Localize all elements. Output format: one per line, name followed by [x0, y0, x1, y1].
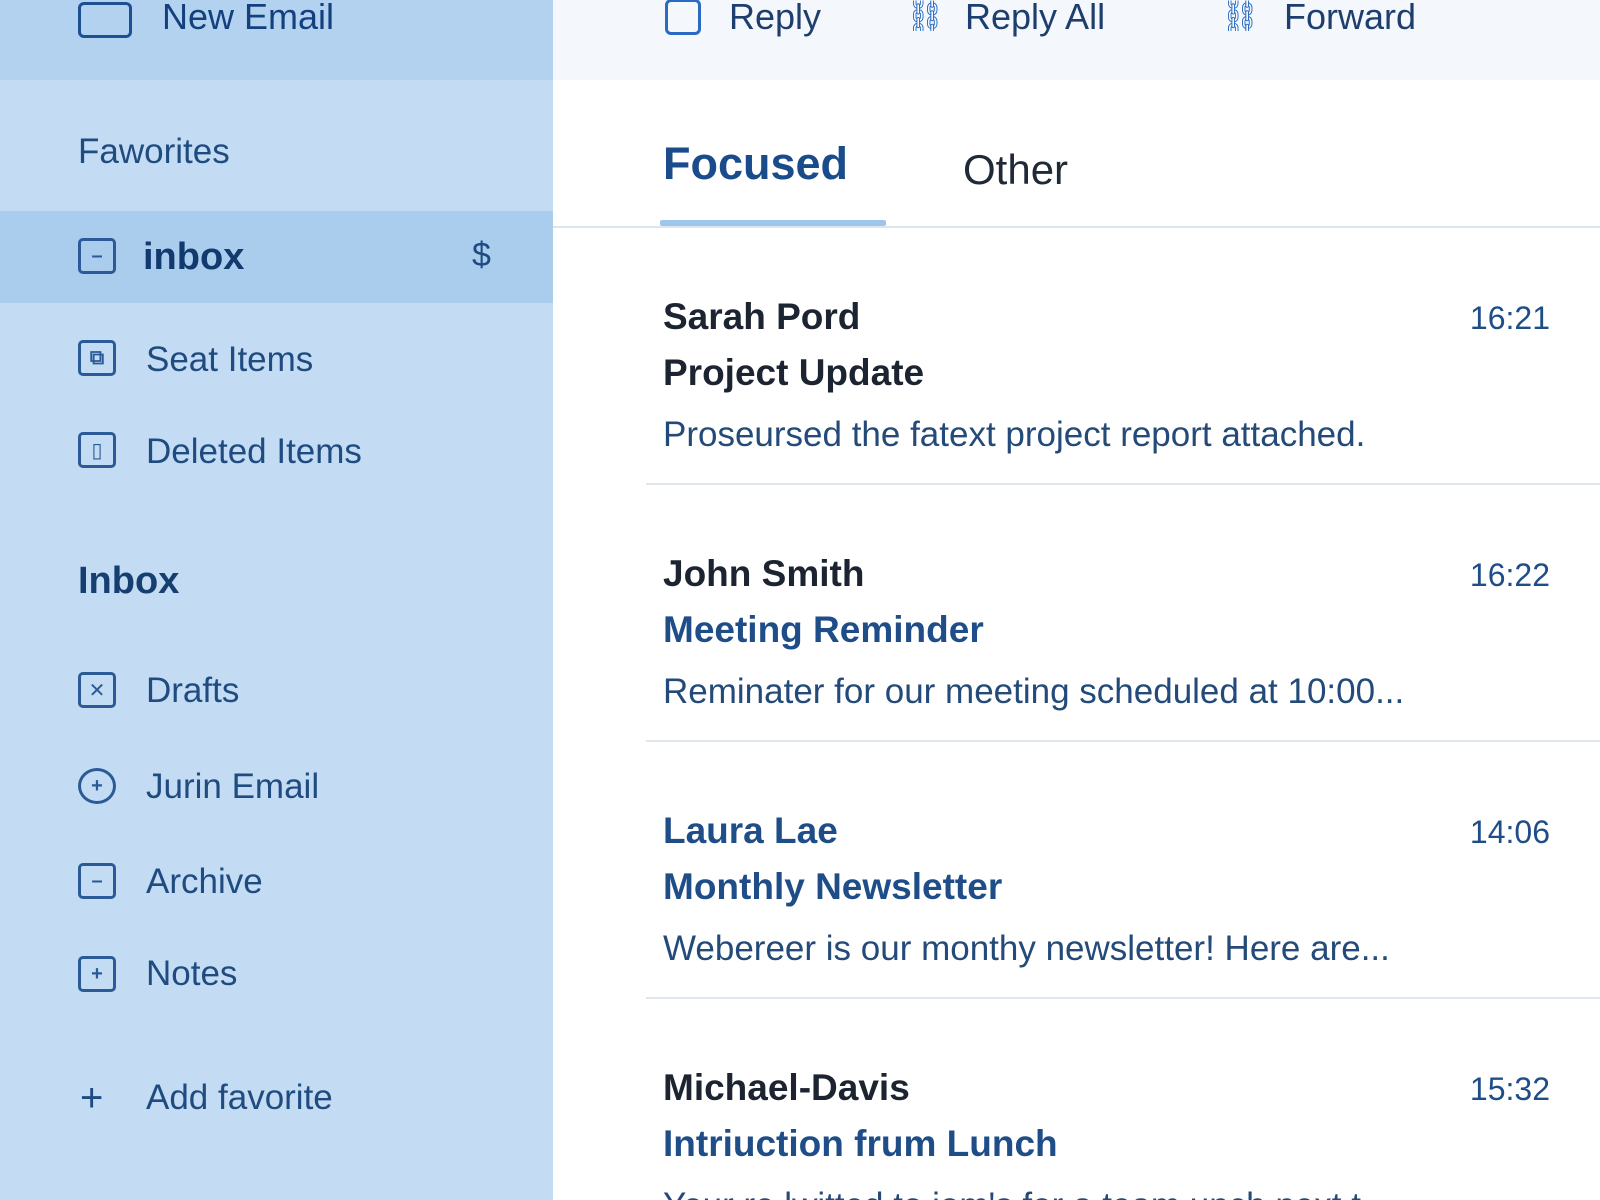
forward-label: Forward [1284, 0, 1417, 37]
message-time: 14:06 [1469, 814, 1550, 850]
sidebar-item-archive[interactable]: – Archive [0, 835, 553, 927]
message-time: 16:21 [1469, 300, 1550, 336]
message-preview: Reminater for our meeting scheduled at 1… [663, 672, 1405, 711]
trash-icon: ▯ [78, 432, 116, 468]
forward-button[interactable]: ⛓ Forward [1220, 0, 1417, 40]
notes-icon: + [78, 956, 116, 992]
archive-icon: – [78, 863, 116, 899]
message-subject: Meeting Reminder [663, 609, 984, 650]
forward-icon: ⛓ [1220, 0, 1260, 33]
message-subject: Monthly Newsletter [663, 866, 1003, 907]
message-sender: Laura Lae [663, 810, 838, 851]
tab-focused[interactable]: Focused [663, 138, 848, 190]
message-sender: Sarah Pord [663, 296, 861, 337]
sidebar-item-junk[interactable]: + Jurin Email [0, 740, 553, 832]
sidebar-item-label: Deleted Items [146, 432, 362, 471]
new-email-label: New Email [162, 0, 335, 37]
message-preview: Proseursed the fatext project report att… [663, 415, 1366, 454]
active-tab-indicator [660, 220, 886, 226]
sidebar-item-label: Notes [146, 954, 238, 993]
tab-other[interactable]: Other [963, 146, 1068, 194]
message-row[interactable]: Michael-Davis 15:32 Intriuction frum Lun… [646, 999, 1600, 1200]
sidebar-item-inbox[interactable]: – inbox $ [0, 211, 553, 303]
sidebar-item-sent[interactable]: ⧉ Seat Items [0, 314, 553, 406]
reply-all-icon: ⛓ [905, 0, 945, 33]
sidebar-item-label: inbox [143, 236, 245, 278]
mail-app: New Email Faworites – inbox $ ⧉ Seat Ite… [0, 0, 1600, 1200]
sidebar-item-notes[interactable]: + Notes [0, 928, 553, 1020]
drafts-icon: ✕ [78, 672, 116, 708]
message-sender: Michael-Davis [663, 1067, 910, 1108]
compose-icon [78, 2, 132, 38]
sidebar-item-label: Archive [146, 862, 263, 901]
message-time: 15:32 [1469, 1071, 1550, 1107]
inbox-icon: – [78, 238, 116, 274]
message-row[interactable]: John Smith 16:22 Meeting Reminder Remina… [646, 485, 1600, 742]
unread-badge: $ [472, 236, 491, 274]
sidebar-item-label: Drafts [146, 671, 240, 710]
reply-all-button[interactable]: ⛓ Reply All [905, 0, 1106, 40]
message-toolbar: Reply ⛓ Reply All ⛓ Forward [553, 0, 1600, 80]
plus-icon: + [80, 1076, 104, 1120]
favorites-header[interactable]: Faworites [78, 132, 230, 172]
reply-all-label: Reply All [965, 0, 1106, 37]
message-row[interactable]: Sarah Pord 16:21 Project Update Proseurs… [646, 228, 1600, 485]
sidebar: New Email Faworites – inbox $ ⧉ Seat Ite… [0, 0, 553, 1200]
message-list: Sarah Pord 16:21 Project Update Proseurs… [646, 228, 1600, 1200]
reply-button[interactable]: Reply [665, 0, 821, 40]
sidebar-item-label: Seat Items [146, 340, 314, 379]
reply-label: Reply [729, 0, 822, 37]
new-email-button[interactable]: New Email [0, 0, 553, 80]
message-subject: Project Update [663, 352, 925, 393]
message-subject: Intriuction frum Lunch [663, 1123, 1058, 1164]
sidebar-item-drafts[interactable]: ✕ Drafts [0, 644, 553, 736]
junk-icon: + [78, 768, 116, 804]
inbox-folder-header[interactable]: Inbox [78, 561, 179, 601]
message-sender: John Smith [663, 553, 865, 594]
add-favorite-label: Add favorite [146, 1078, 333, 1117]
inbox-tabs: Focused Other [553, 80, 1600, 228]
add-favorite-button[interactable]: + Add favorite [0, 1052, 553, 1144]
sidebar-item-label: Jurin Email [146, 767, 320, 806]
reply-icon [665, 0, 701, 35]
sent-icon: ⧉ [78, 340, 116, 376]
message-preview: Webereer is our monthy newsletter! Here … [663, 929, 1390, 968]
message-preview: Your re lwitted to iom's for a team unch… [663, 1186, 1390, 1200]
message-row[interactable]: Laura Lae 14:06 Monthly Newsletter Weber… [646, 742, 1600, 999]
sidebar-item-deleted[interactable]: ▯ Deleted Items [0, 406, 553, 498]
message-time: 16:22 [1469, 557, 1550, 593]
